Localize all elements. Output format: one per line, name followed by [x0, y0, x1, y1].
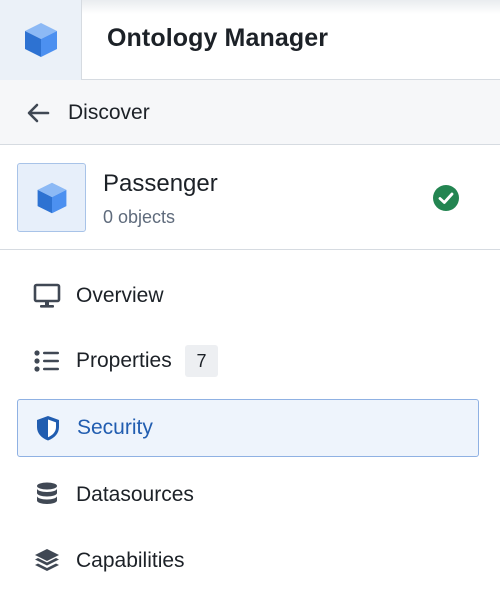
cube-icon — [37, 182, 66, 213]
desktop-icon — [33, 282, 61, 310]
back-label: Discover — [68, 101, 150, 124]
back-to-discover-button[interactable]: Discover — [0, 80, 500, 145]
nav-label-properties: Properties — [76, 349, 172, 372]
nav-label-datasources: Datasources — [76, 483, 194, 506]
database-icon — [33, 481, 61, 509]
cube-icon — [24, 23, 57, 57]
nav-item-properties[interactable]: Properties 7 — [17, 332, 479, 390]
check-circle-icon — [433, 185, 459, 211]
object-count: 0 objects — [103, 207, 176, 227]
object-type-card: Passenger 0 objects — [0, 145, 500, 250]
nav-item-capabilities[interactable]: Capabilities — [17, 532, 479, 590]
list-icon — [33, 347, 61, 375]
nav-item-overview[interactable]: Overview — [17, 267, 479, 325]
ontology-sidebar: Ontology Manager Discover Passenger 0 ob… — [0, 0, 500, 593]
nav-label-capabilities: Capabilities — [76, 549, 185, 572]
object-type-icon[interactable] — [17, 163, 86, 232]
nav-label-security: Security — [77, 416, 153, 439]
app-header: Ontology Manager — [0, 0, 500, 80]
nav-label-overview: Overview — [76, 284, 164, 307]
properties-count-badge: 7 — [185, 345, 218, 377]
nav-item-security[interactable]: Security — [17, 399, 479, 457]
object-type-name: Passenger — [103, 170, 218, 197]
shield-icon — [34, 414, 62, 442]
layers-icon — [33, 547, 61, 575]
app-logo[interactable] — [0, 0, 82, 80]
arrow-left-icon — [27, 103, 50, 123]
app-title: Ontology Manager — [107, 24, 329, 52]
nav-item-datasources[interactable]: Datasources — [17, 466, 479, 524]
